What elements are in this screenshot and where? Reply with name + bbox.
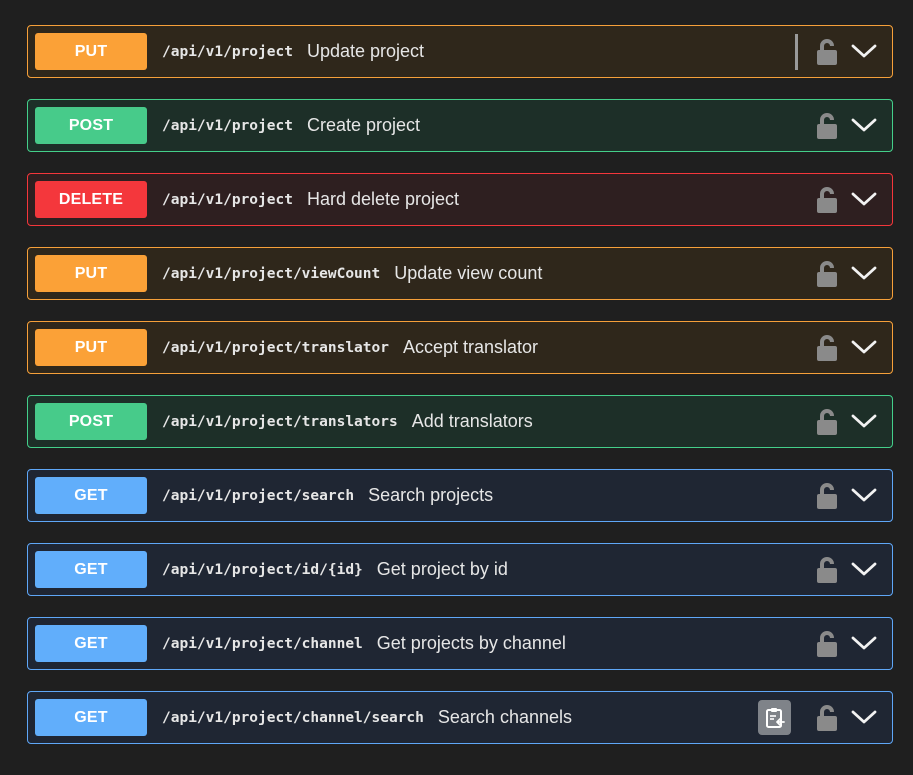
copy-to-clipboard-button[interactable] [758,700,791,735]
chevron-down-icon[interactable] [850,112,878,138]
operation-path-wrapper: /api/v1/project/translators Add translat… [162,396,533,447]
operation-path: /api/v1/project/viewCount [162,265,381,282]
operation-path: /api/v1/project [162,43,293,60]
lock-icon[interactable] [815,704,839,732]
operation-get-by-id[interactable]: GET /api/v1/project/id/{id} Get project … [27,543,893,596]
chevron-down-icon[interactable] [850,556,878,582]
operation-summary: Add translators [411,411,533,431]
operation-path-wrapper: /api/v1/project/search Search projects [162,470,493,521]
operation-path-wrapper: /api/v1/project Create project [162,100,420,151]
lock-icon[interactable] [815,186,839,214]
method-badge: POST [35,403,147,440]
chevron-down-icon[interactable] [850,408,878,434]
operation-path-wrapper: /api/v1/project/channel/search Search ch… [162,692,572,743]
lock-icon[interactable] [815,112,839,140]
operation-path-wrapper: /api/v1/project/id/{id} Get project by i… [162,544,508,595]
operation-path: /api/v1/project [162,117,293,134]
operation-put-translator[interactable]: PUT /api/v1/project/translator Accept tr… [27,321,893,374]
operation-summary: Hard delete project [306,189,460,209]
operation-path: /api/v1/project/channel/search [162,709,424,726]
method-badge: GET [35,625,147,662]
operation-path-wrapper: /api/v1/project Hard delete project [162,174,459,225]
chevron-down-icon[interactable] [850,704,878,730]
copy-to-clipboard-icon [765,707,785,728]
operation-path-wrapper: /api/v1/project/translator Accept transl… [162,322,538,373]
lock-icon[interactable] [815,482,839,510]
operation-summary: Get project by id [376,559,508,579]
operation-summary: Accept translator [402,337,539,357]
method-badge: POST [35,107,147,144]
operation-path: /api/v1/project/translator [162,339,389,356]
lock-icon[interactable] [815,408,839,436]
operation-path-wrapper: /api/v1/project/viewCount Update view co… [162,248,542,299]
operation-path-wrapper: /api/v1/project/channel Get projects by … [162,618,566,669]
operation-summary: Update view count [394,263,543,283]
lock-icon[interactable] [815,556,839,584]
operation-path: /api/v1/project [162,191,293,208]
lock-icon[interactable] [815,260,839,288]
method-badge: GET [35,477,147,514]
chevron-down-icon[interactable] [850,260,878,286]
operation-summary: Search projects [368,485,494,505]
method-badge: PUT [35,255,147,292]
lock-icon[interactable] [815,630,839,658]
chevron-down-icon[interactable] [850,186,878,212]
operation-post-translators[interactable]: POST /api/v1/project/translators Add tra… [27,395,893,448]
operation-put-project[interactable]: PUT /api/v1/project Update project [27,25,893,78]
operation-get-channel-search[interactable]: GET /api/v1/project/channel/search Searc… [27,691,893,744]
operation-get-channel[interactable]: GET /api/v1/project/channel Get projects… [27,617,893,670]
method-badge: PUT [35,33,147,70]
operation-path: /api/v1/project/search [162,487,355,504]
method-badge: GET [35,551,147,588]
chevron-down-icon[interactable] [850,334,878,360]
operations-list: PUT /api/v1/project Update project POST … [27,25,893,765]
operation-delete-project[interactable]: DELETE /api/v1/project Hard delete proje… [27,173,893,226]
operation-summary: Create project [306,115,421,135]
method-badge: PUT [35,329,147,366]
text-cursor-divider [795,34,798,70]
operation-get-search[interactable]: GET /api/v1/project/search Search projec… [27,469,893,522]
operation-summary: Update project [306,41,425,61]
operation-post-project[interactable]: POST /api/v1/project Create project [27,99,893,152]
lock-icon[interactable] [815,38,839,66]
operation-path-wrapper: /api/v1/project Update project [162,26,424,77]
chevron-down-icon[interactable] [850,38,878,64]
operation-summary: Search channels [437,707,572,727]
operation-path: /api/v1/project/id/{id} [162,561,363,578]
lock-icon[interactable] [815,334,839,362]
method-badge: GET [35,699,147,736]
operation-path: /api/v1/project/channel [162,635,363,652]
operation-put-viewcount[interactable]: PUT /api/v1/project/viewCount Update vie… [27,247,893,300]
operation-summary: Get projects by channel [376,633,566,653]
chevron-down-icon[interactable] [850,482,878,508]
method-badge: DELETE [35,181,147,218]
chevron-down-icon[interactable] [850,630,878,656]
operation-path: /api/v1/project/translators [162,413,398,430]
